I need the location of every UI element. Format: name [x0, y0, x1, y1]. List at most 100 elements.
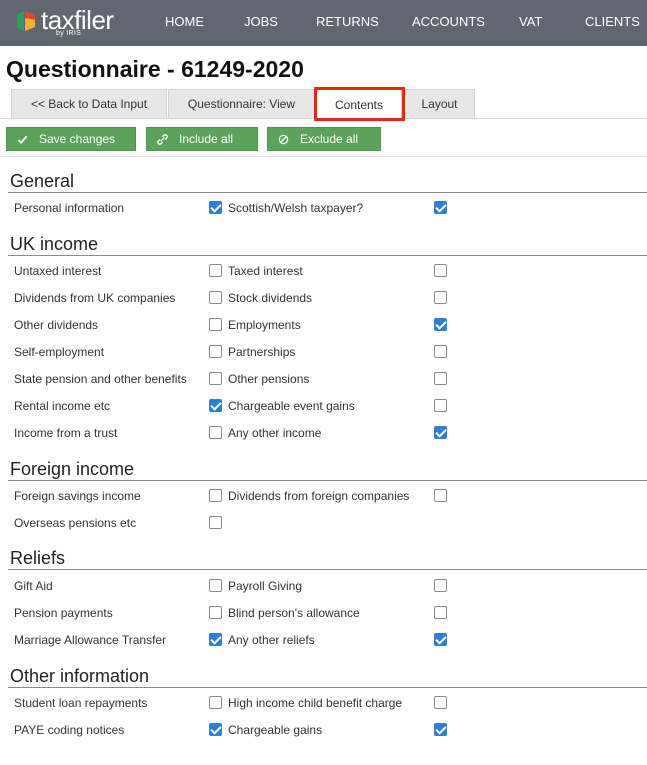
item-checkbox[interactable]: [209, 399, 222, 412]
exclude-all-button[interactable]: Exclude all: [267, 127, 381, 151]
item-checkbox[interactable]: [209, 318, 222, 331]
item-checkbox[interactable]: [209, 516, 222, 529]
item-label: Stock dividends: [228, 291, 313, 305]
item-checkbox[interactable]: [209, 372, 222, 385]
item-checkbox[interactable]: [209, 291, 222, 304]
nav-accounts[interactable]: ACCOUNTS: [412, 14, 485, 29]
item-checkbox[interactable]: [209, 489, 222, 502]
item-checkbox[interactable]: [434, 606, 447, 619]
section-divider: [8, 687, 647, 688]
item-checkbox[interactable]: [434, 489, 447, 502]
nav-returns[interactable]: RETURNS: [316, 14, 379, 29]
tab-contents[interactable]: Contents: [316, 89, 402, 120]
item-label: Rental income etc: [14, 399, 111, 413]
questionnaire-row: Other dividends Employments: [0, 317, 647, 337]
item-checkbox[interactable]: [434, 579, 447, 592]
questionnaire-row: Foreign savings income Dividends from fo…: [0, 488, 647, 508]
item-checkbox[interactable]: [434, 696, 447, 709]
questionnaire-row: Rental income etc Chargeable event gains: [0, 398, 647, 418]
questionnaire-row: Gift Aid Payroll Giving: [0, 578, 647, 598]
include-all-button[interactable]: Include all: [146, 127, 258, 151]
item-checkbox[interactable]: [434, 345, 447, 358]
section-divider: [8, 569, 647, 570]
questionnaire-row: Pension payments Blind person's allowanc…: [0, 605, 647, 625]
tab-layout[interactable]: Layout: [404, 89, 475, 118]
nav-clients[interactable]: CLIENTS: [585, 14, 640, 29]
section-reliefs-title: Reliefs: [10, 548, 66, 568]
section-divider: [8, 480, 647, 481]
item-label: Other dividends: [14, 318, 99, 332]
item-label: Income from a trust: [14, 426, 118, 440]
tab-questionnaire-view[interactable]: Questionnaire: View: [168, 89, 315, 118]
item-label: Foreign savings income: [14, 489, 141, 503]
questionnaire-row: Untaxed interest Taxed interest: [0, 263, 647, 283]
item-label: Blind person's allowance: [228, 606, 360, 620]
item-label: Chargeable gains: [228, 723, 323, 737]
item-checkbox[interactable]: [434, 633, 447, 646]
item-checkbox[interactable]: [209, 579, 222, 592]
save-changes-label: Save changes: [39, 132, 116, 146]
item-checkbox[interactable]: [209, 264, 222, 277]
questionnaire-row: PAYE coding notices Chargeable gains: [0, 722, 647, 742]
item-label: Scottish/Welsh taxpayer?: [228, 201, 364, 215]
item-label: Student loan repayments: [14, 696, 148, 710]
questionnaire-row: Marriage Allowance Transfer Any other re…: [0, 632, 647, 652]
item-label: Overseas pensions etc: [14, 516, 137, 530]
section-other-information-title: Other information: [10, 666, 150, 686]
tab-back-to-data-input[interactable]: << Back to Data Input: [11, 89, 167, 118]
questionnaire-row: Overseas pensions etc: [0, 515, 647, 535]
item-checkbox[interactable]: [434, 318, 447, 331]
tab-bar: << Back to Data Input Questionnaire: Vie…: [0, 89, 647, 120]
item-checkbox[interactable]: [209, 723, 222, 736]
item-label: Pension payments: [14, 606, 113, 620]
item-checkbox[interactable]: [209, 426, 222, 439]
item-label: Payroll Giving: [228, 579, 303, 593]
questionnaire-row: Student loan repayments High income chil…: [0, 695, 647, 715]
item-checkbox[interactable]: [209, 696, 222, 709]
ban-icon: [276, 134, 290, 145]
questionnaire-row: Self-employment Partnerships: [0, 344, 647, 364]
section-foreign-income-title: Foreign income: [10, 459, 135, 479]
item-checkbox[interactable]: [434, 291, 447, 304]
item-label: Employments: [228, 318, 301, 332]
nav-home[interactable]: HOME: [165, 14, 204, 29]
item-checkbox[interactable]: [209, 345, 222, 358]
include-all-label: Include all: [179, 132, 234, 146]
item-label: High income child benefit charge: [228, 696, 403, 710]
item-label: Personal information: [14, 201, 125, 215]
main-nav: HOME JOBS RETURNS ACCOUNTS VAT CLIENTS: [0, 0, 647, 46]
save-changes-button[interactable]: Save changes: [6, 127, 136, 151]
toolbar: Save changes Include all Exclude all: [0, 119, 647, 157]
nav-jobs[interactable]: JOBS: [244, 14, 278, 29]
questionnaire-row: State pension and other benefits Other p…: [0, 371, 647, 391]
item-label: Untaxed interest: [14, 264, 102, 278]
item-label: Any other reliefs: [228, 633, 315, 647]
section-general-title: General: [10, 171, 75, 191]
item-label: Dividends from foreign companies: [228, 489, 410, 503]
item-checkbox[interactable]: [209, 606, 222, 619]
item-label: State pension and other benefits: [14, 372, 187, 386]
link-icon: [155, 133, 169, 145]
item-label: PAYE coding notices: [14, 723, 125, 737]
item-checkbox[interactable]: [209, 633, 222, 646]
item-checkbox[interactable]: [434, 723, 447, 736]
item-label: Gift Aid: [14, 579, 53, 593]
item-checkbox[interactable]: [434, 399, 447, 412]
item-label: Marriage Allowance Transfer: [14, 633, 167, 647]
item-checkbox[interactable]: [209, 201, 222, 214]
item-label: Any other income: [228, 426, 322, 440]
top-navbar: taxfiler by IRIS HOME JOBS RETURNS ACCOU…: [0, 0, 647, 46]
item-checkbox[interactable]: [434, 264, 447, 277]
nav-vat[interactable]: VAT: [519, 14, 542, 29]
item-checkbox[interactable]: [434, 426, 447, 439]
section-divider: [8, 192, 647, 193]
exclude-all-label: Exclude all: [300, 132, 359, 146]
item-checkbox[interactable]: [434, 372, 447, 385]
section-uk-income-title: UK income: [10, 234, 99, 254]
item-checkbox[interactable]: [434, 201, 447, 214]
questionnaire-row: Dividends from UK companies Stock divide…: [0, 290, 647, 310]
check-icon: [15, 134, 29, 145]
item-label: Taxed interest: [228, 264, 303, 278]
item-label: Other pensions: [228, 372, 310, 386]
questionnaire-row: Personal information Scottish/Welsh taxp…: [0, 200, 647, 220]
